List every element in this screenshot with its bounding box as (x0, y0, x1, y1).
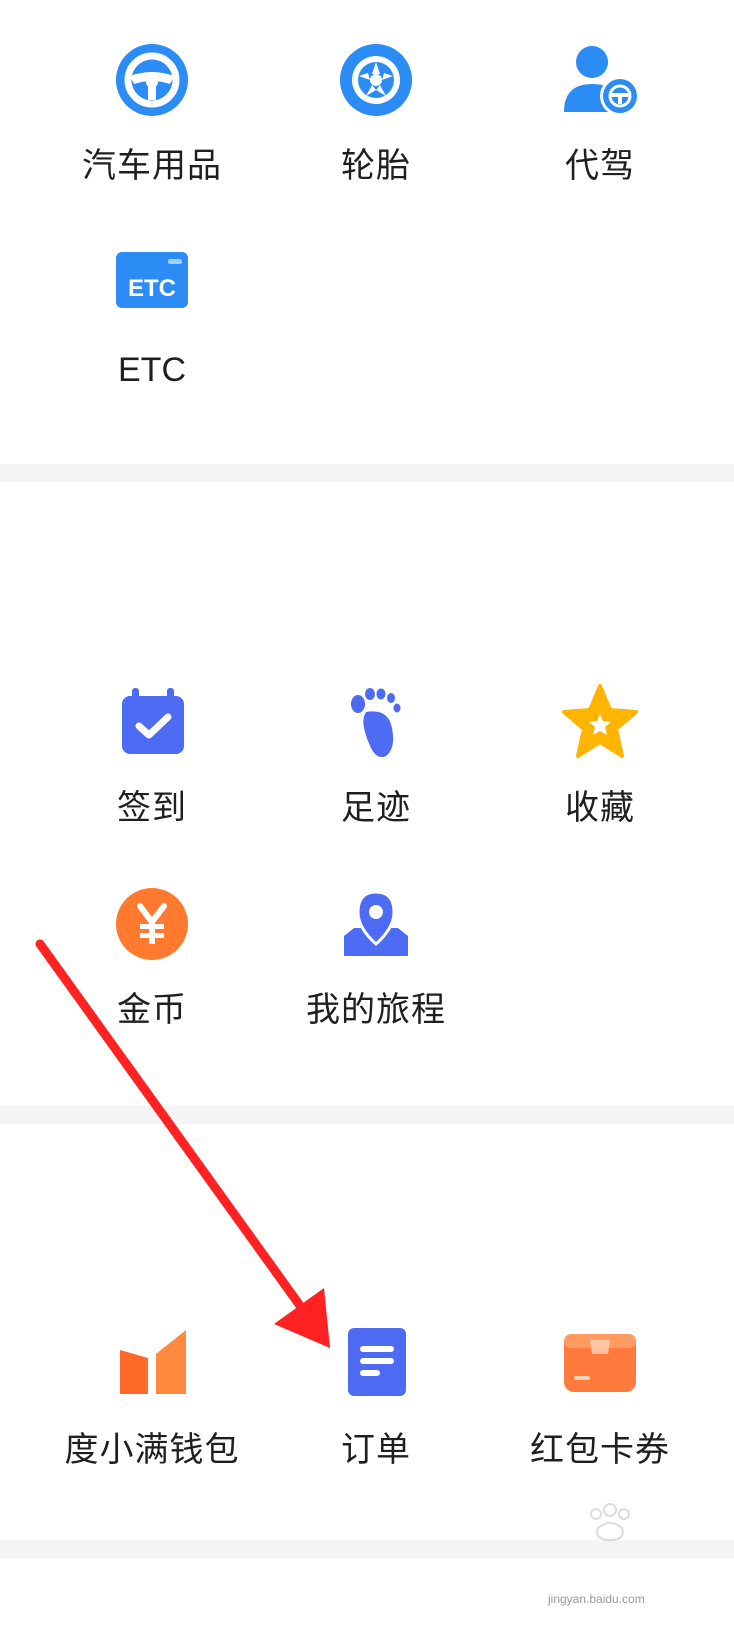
map-pin-icon (336, 884, 416, 964)
watermark-text: jingyan.baidu.com (548, 1592, 645, 1606)
wallet-icon (112, 1324, 192, 1404)
orders-item[interactable]: 订单 (276, 1324, 476, 1484)
coins-item[interactable]: 金币 (52, 884, 252, 1044)
car-accessories-label: 汽车用品 (82, 146, 222, 186)
footprint-label: 足迹 (341, 788, 411, 828)
tire-label: 轮胎 (341, 146, 411, 186)
steering-wheel-icon (112, 40, 192, 120)
baidu-watermark-icon (590, 1503, 630, 1542)
star-icon (560, 682, 640, 762)
car-services-section: 汽车用品 轮胎 代驾 ETC ETC (0, 0, 734, 464)
tire-item[interactable]: 轮胎 (276, 40, 476, 200)
footprint-icon (336, 682, 416, 762)
favorites-label: 收藏 (565, 788, 635, 828)
orders-label: 订单 (341, 1430, 411, 1470)
chauffeur-item[interactable]: 代驾 (500, 40, 700, 200)
svg-text:ETC: ETC (128, 275, 176, 302)
favorites-item[interactable]: 收藏 (500, 682, 700, 842)
section-divider (0, 464, 734, 482)
order-document-icon (336, 1324, 416, 1404)
tire-icon (336, 40, 416, 120)
etc-card-icon: ETC (112, 244, 192, 324)
coupons-label: 红包卡券 (530, 1430, 670, 1470)
coupon-card-icon (560, 1324, 640, 1404)
etc-item[interactable]: ETC ETC (52, 240, 252, 400)
footprint-item[interactable]: 足迹 (276, 682, 476, 842)
section-divider (0, 1106, 734, 1124)
personal-section: 签到 足迹 收藏 金币 我的旅程 (0, 482, 734, 1106)
chauffeur-label: 代驾 (565, 146, 635, 186)
duxiaoman-wallet-label: 度小满钱包 (64, 1430, 240, 1470)
wallet-section: 度小满钱包 订单 红包卡券 (0, 1124, 734, 1540)
car-accessories-item[interactable]: 汽车用品 (52, 40, 252, 200)
duxiaoman-wallet-item[interactable]: 度小满钱包 (52, 1324, 252, 1484)
etc-label: ETC (118, 351, 186, 389)
coupons-item[interactable]: 红包卡券 (500, 1324, 700, 1484)
check-in-label: 签到 (117, 788, 187, 828)
my-trips-label: 我的旅程 (306, 990, 446, 1030)
my-trips-item[interactable]: 我的旅程 (276, 884, 476, 1044)
check-in-item[interactable]: 签到 (52, 682, 252, 842)
calendar-check-icon (112, 682, 192, 762)
chauffeur-icon (560, 40, 640, 120)
coins-label: 金币 (117, 990, 187, 1030)
yuan-coin-icon (112, 884, 192, 964)
